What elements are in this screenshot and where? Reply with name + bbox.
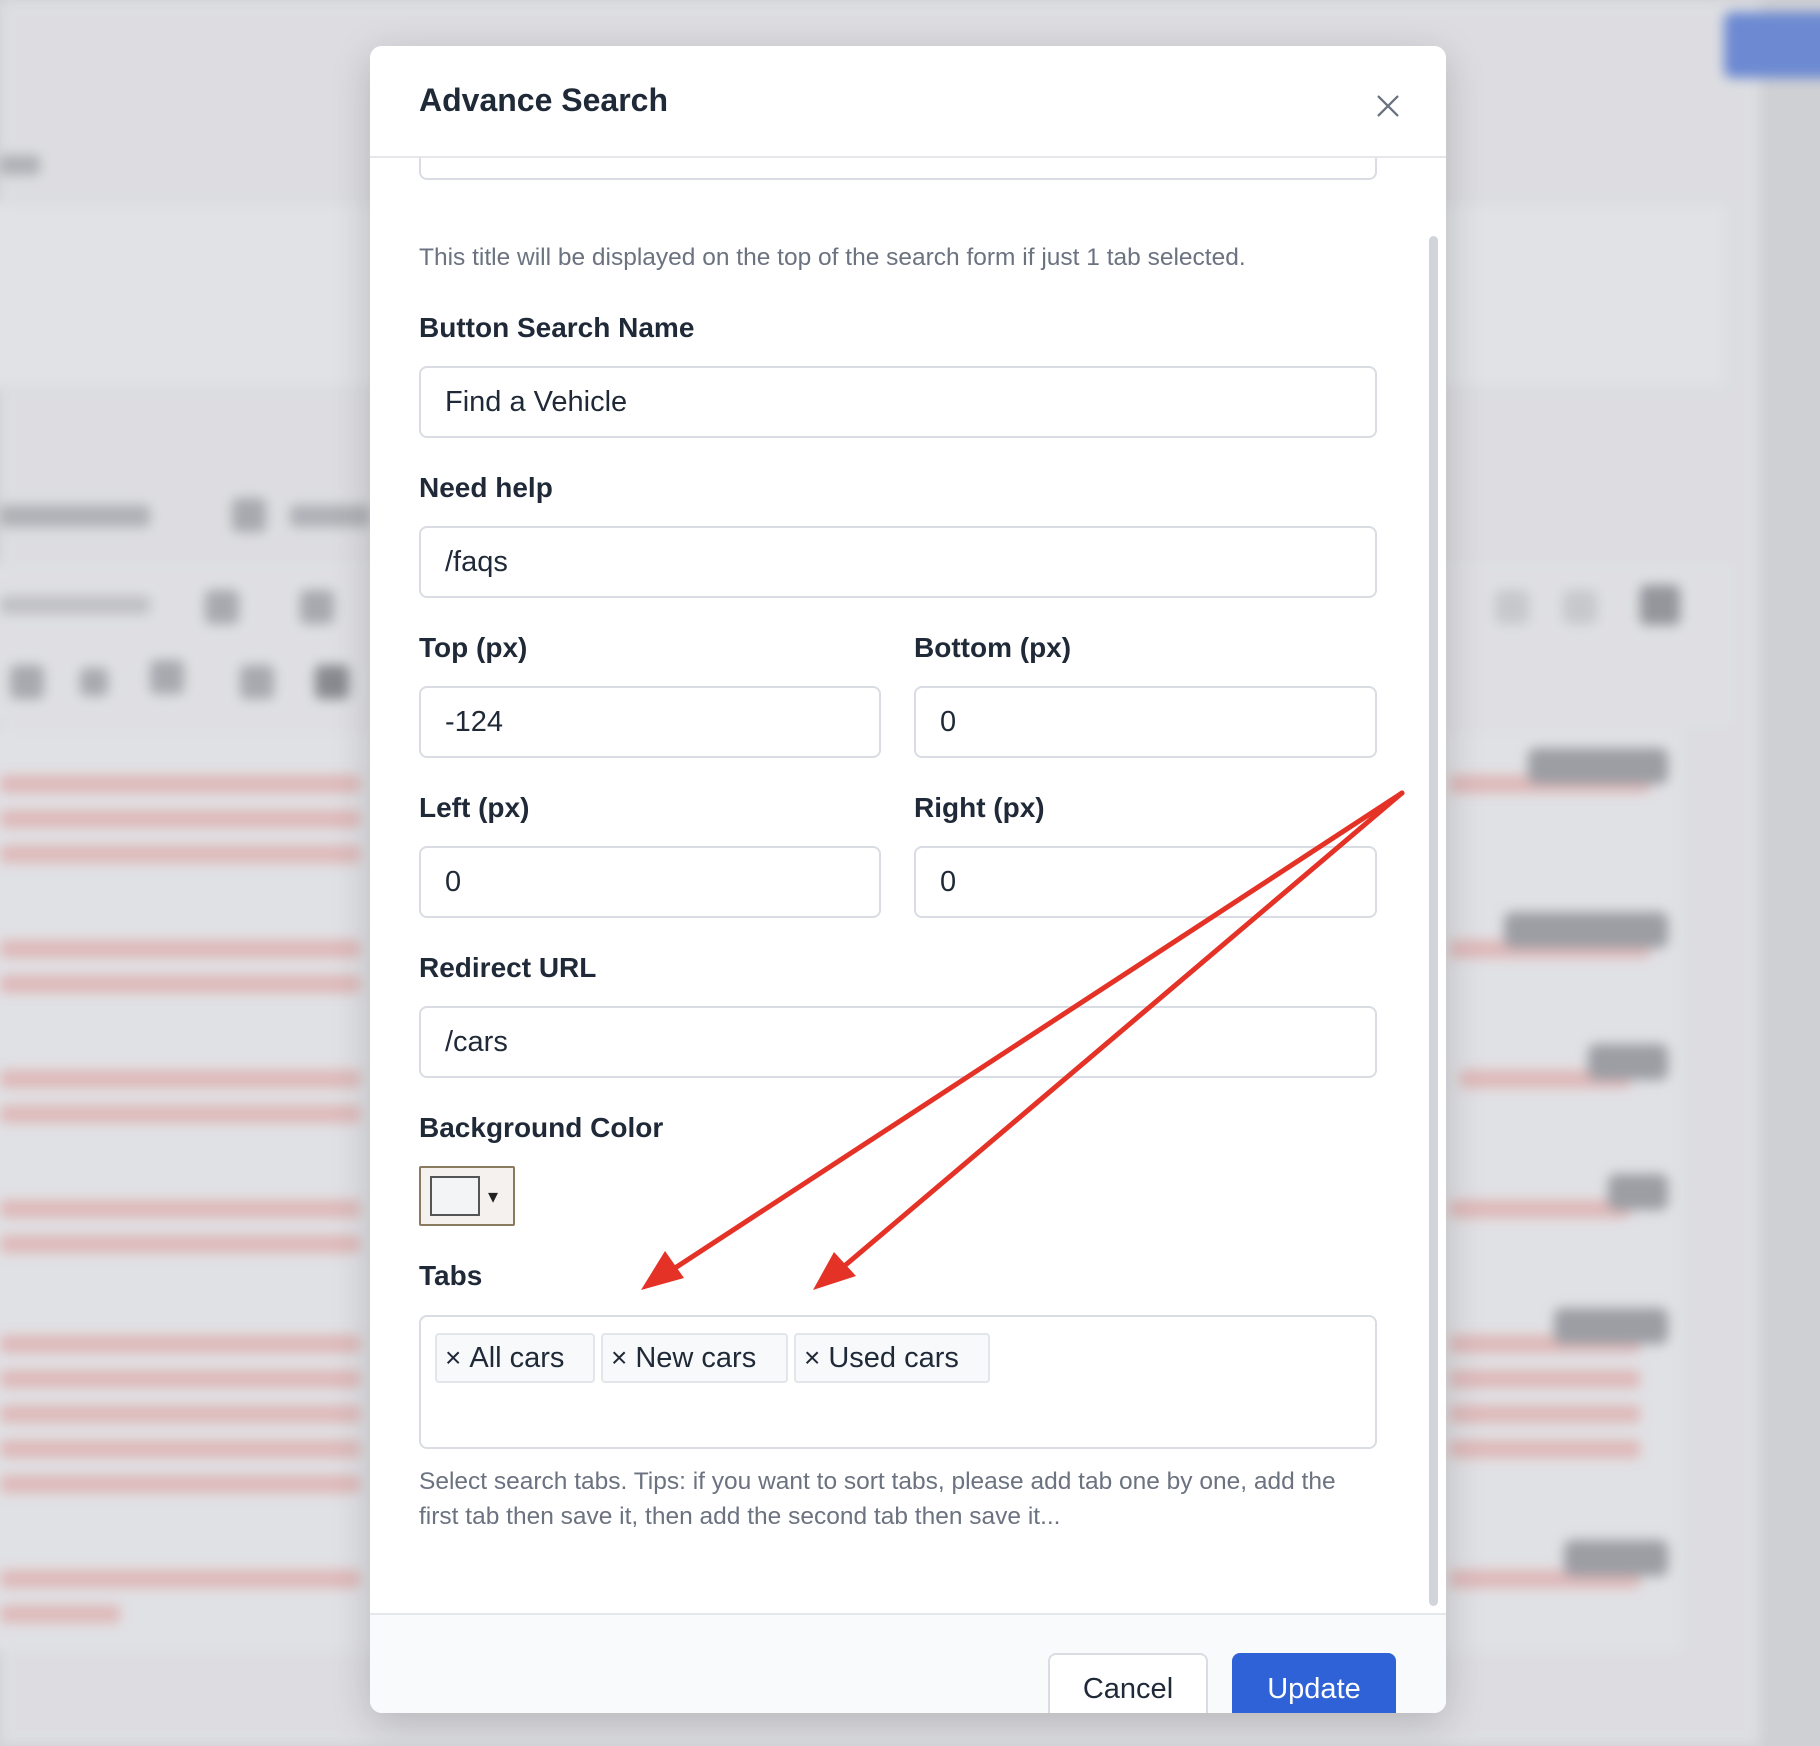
top-px-label: Top (px): [419, 632, 528, 663]
advance-search-dialog: Advance Search This title will be displa…: [370, 46, 1446, 1713]
tabs-label: Tabs: [419, 1260, 483, 1291]
remove-tag-icon[interactable]: ×: [445, 1342, 461, 1374]
right-px-label: Right (px): [914, 792, 1045, 823]
background-color-picker[interactable]: ▾: [419, 1166, 515, 1226]
bottom-px-input[interactable]: [914, 686, 1377, 758]
dialog-footer: Cancel Update: [370, 1613, 1446, 1713]
dialog-title: Advance Search: [419, 82, 669, 118]
cancel-button[interactable]: Cancel: [1048, 1653, 1208, 1713]
color-swatch: [430, 1176, 480, 1216]
title-input[interactable]: [419, 158, 1377, 180]
tag-label: Used cars: [828, 1341, 959, 1374]
tab-tag-used-cars[interactable]: × Used cars: [794, 1333, 990, 1383]
dialog-body: This title will be displayed on the top …: [370, 158, 1446, 1613]
update-button[interactable]: Update: [1232, 1653, 1396, 1713]
tab-tag-all-cars[interactable]: × All cars: [435, 1333, 595, 1383]
bottom-px-label: Bottom (px): [914, 632, 1072, 663]
need-help-input[interactable]: [419, 526, 1377, 598]
button-search-name-input[interactable]: [419, 366, 1377, 438]
redirect-url-label: Redirect URL: [419, 952, 597, 983]
dialog-scrollbar[interactable]: [1429, 236, 1438, 1606]
left-px-input[interactable]: [419, 846, 881, 918]
tag-label: New cars: [635, 1341, 757, 1374]
tabs-multiselect[interactable]: × All cars × New cars × Used cars: [419, 1315, 1377, 1449]
redirect-url-input[interactable]: [419, 1006, 1377, 1078]
right-px-input[interactable]: [914, 846, 1377, 918]
title-hint: This title will be displayed on the top …: [419, 244, 1246, 271]
tab-tag-new-cars[interactable]: × New cars: [601, 1333, 788, 1383]
button-search-name-label: Button Search Name: [419, 312, 695, 343]
close-button[interactable]: [1370, 88, 1406, 124]
remove-tag-icon[interactable]: ×: [611, 1342, 627, 1374]
caret-down-icon: ▾: [488, 1185, 499, 1208]
tag-label: All cars: [469, 1341, 565, 1374]
tabs-hint: Select search tabs. Tips: if you want to…: [419, 1468, 1336, 1530]
left-px-label: Left (px): [419, 792, 530, 823]
close-icon: [1377, 95, 1399, 117]
dialog-header: Advance Search: [370, 46, 1446, 158]
need-help-label: Need help: [419, 472, 553, 503]
background-color-label: Background Color: [419, 1112, 664, 1143]
top-px-input[interactable]: [419, 686, 881, 758]
remove-tag-icon[interactable]: ×: [804, 1342, 820, 1374]
